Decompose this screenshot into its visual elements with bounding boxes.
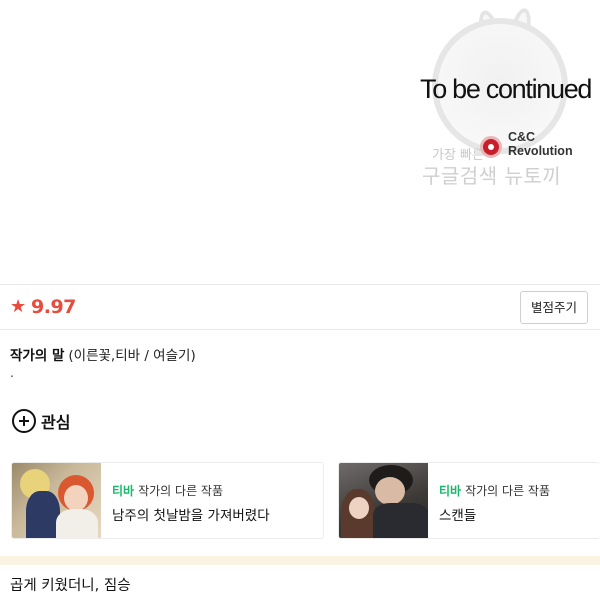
platform-name: 티바 [439,484,462,498]
plus-circle-icon [12,409,36,433]
work-thumbnail [12,463,101,538]
chapter-end-image: To be continued 가장 빠른 구글검색 뉴토끼 C&C Revol… [0,0,600,284]
author-note-header: 작가의 말 (이른꽃,티바 / 여슬기) [10,344,196,364]
interest-label: 관심 [41,413,71,432]
work-meta-label: 작가의 다른 작품 [138,484,224,498]
rating-bar: ★ 9.97 별점주기 [0,284,600,330]
cc-revolution-name: C&C Revolution [508,130,573,158]
work-thumbnail [339,463,428,538]
platform-name: 티바 [112,484,135,498]
work-meta-label: 작가의 다른 작품 [465,484,551,498]
to-be-continued-text: To be continued [420,74,592,104]
rate-button[interactable]: 별점주기 [520,291,588,324]
author-names: (이른꽃,티바 / 여슬기) [68,348,196,364]
next-series-title[interactable]: 곱게 키웠더니, 짐승 [10,574,131,595]
work-title: 남주의 첫날밤을 가져버렸다 [112,508,270,524]
author-note-body: . [10,366,14,380]
watermark-search-text: 구글검색 뉴토끼 [422,164,562,188]
section-divider [0,556,600,565]
work-meta: 티바 작가의 다른 작품 [112,482,223,499]
work-meta: 티바 작가의 다른 작품 [439,482,550,499]
other-work-card[interactable]: 티바 작가의 다른 작품 남주의 첫날밤을 가져버렸다 [11,462,324,539]
cc-revolution-logo-icon [480,136,502,158]
interest-button[interactable]: 관심 [12,408,70,434]
rating-score: 9.97 [31,296,76,318]
author-note-label: 작가의 말 [10,348,65,364]
work-title: 스캔들 [439,508,477,524]
other-work-card[interactable]: 티바 작가의 다른 작품 스캔들 [338,462,600,539]
star-icon: ★ [10,296,27,317]
